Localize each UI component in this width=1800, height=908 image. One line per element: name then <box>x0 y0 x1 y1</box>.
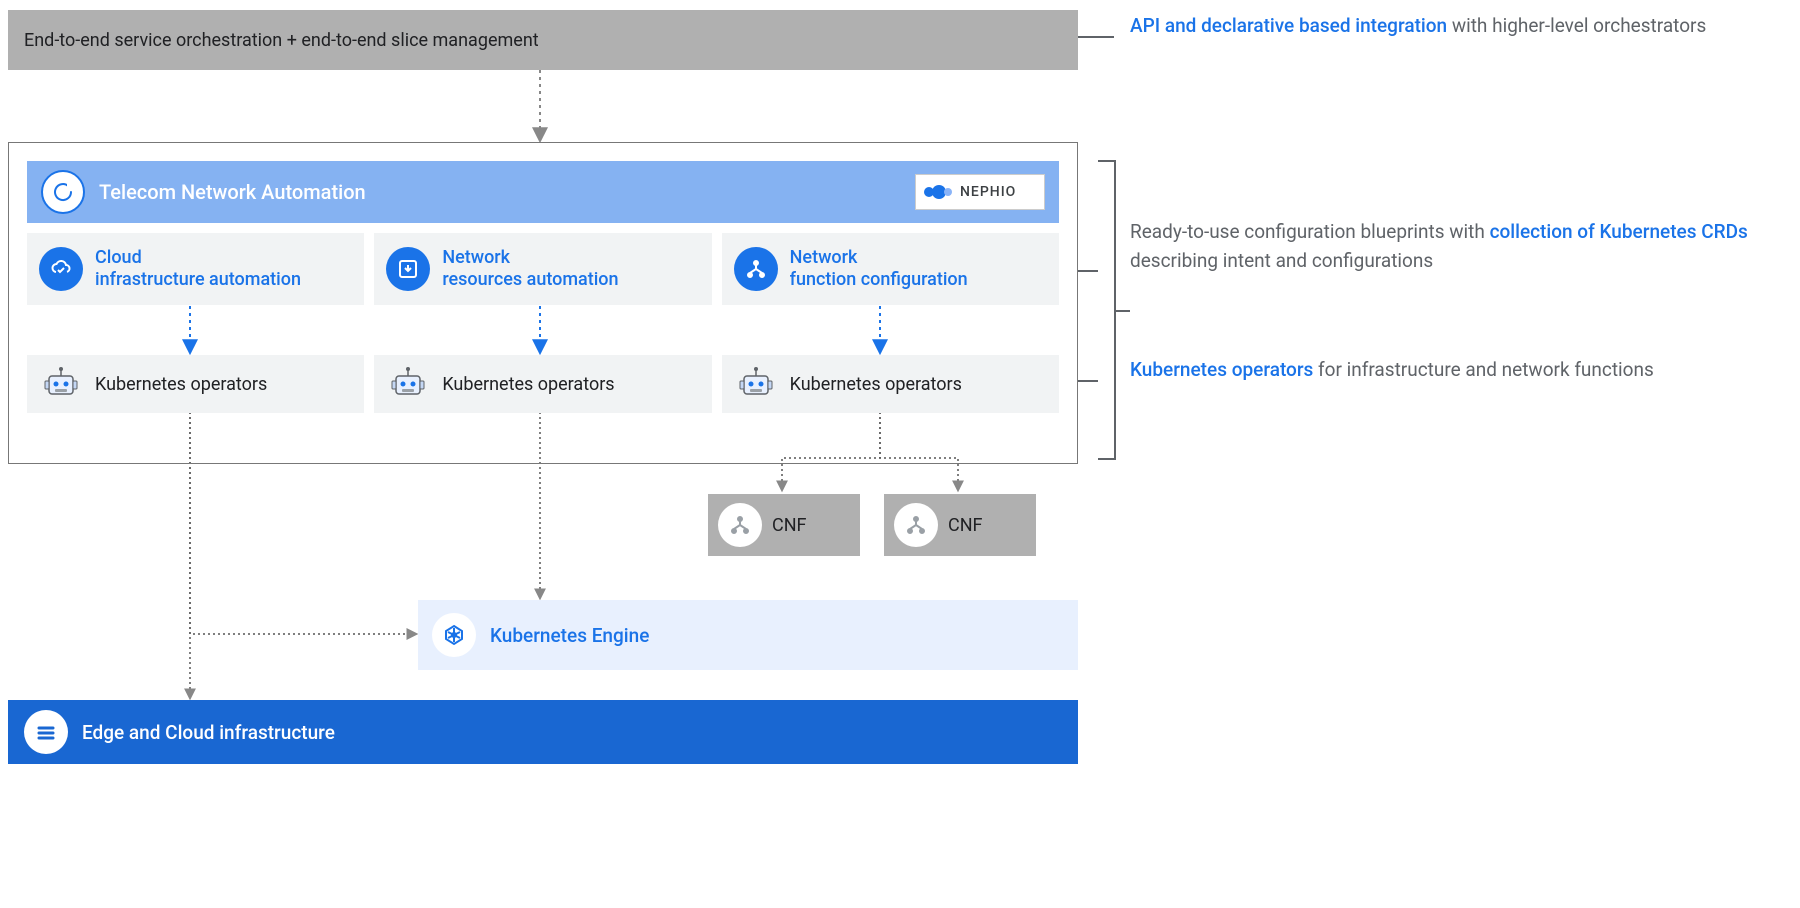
telecom-network-automation-box: Telecom Network Automation NEPHIO Cloud … <box>8 142 1078 464</box>
tna-title: Telecom Network Automation <box>99 180 366 204</box>
cloud-check-icon <box>39 247 83 291</box>
kubernetes-engine-box: Kubernetes Engine <box>418 600 1078 670</box>
robot-icon <box>39 362 83 406</box>
robot-icon <box>734 362 778 406</box>
annotation-bracket <box>1098 160 1116 460</box>
robot-icon <box>386 362 430 406</box>
branch-icon <box>894 503 938 547</box>
annotation-api-integration: API and declarative based integration wi… <box>1130 12 1760 41</box>
kubernetes-engine-label: Kubernetes Engine <box>490 624 649 647</box>
pillar-line2: function configuration <box>790 269 968 291</box>
stack-icon <box>24 710 68 754</box>
annotation-operators: Kubernetes operators for infrastructure … <box>1130 356 1760 385</box>
annotation-text: describing intent and configurations <box>1130 249 1433 272</box>
pillar-line1: Network <box>790 247 968 269</box>
edge-cloud-label: Edge and Cloud infrastructure <box>82 721 335 744</box>
annotation-crds: Ready-to-use configuration blueprints wi… <box>1130 218 1760 275</box>
kubernetes-operators-box: Kubernetes operators <box>27 355 364 413</box>
operators-label: Kubernetes operators <box>95 374 267 395</box>
cnf-label: CNF <box>772 515 807 536</box>
annotation-blue: collection of Kubernetes CRDs <box>1490 220 1748 243</box>
branch-icon <box>718 503 762 547</box>
pillar-cloud-infra: Cloud infrastructure automation <box>27 233 364 305</box>
pillar-line1: Cloud <box>95 247 301 269</box>
annotation-connector <box>1078 380 1098 382</box>
nephio-logo-icon <box>924 183 954 201</box>
operators-label: Kubernetes operators <box>790 374 962 395</box>
annotation-blue: API and declarative based integration <box>1130 14 1447 37</box>
annotation-text: with higher-level orchestrators <box>1447 14 1706 37</box>
annotation-connector <box>1078 36 1114 38</box>
branch-icon <box>734 247 778 291</box>
tna-header: Telecom Network Automation NEPHIO <box>27 161 1059 223</box>
top-orchestration-bar: End-to-end service orchestration + end-t… <box>8 10 1078 70</box>
kubernetes-operators-box: Kubernetes operators <box>374 355 711 413</box>
nephio-badge: NEPHIO <box>915 174 1045 210</box>
pillar-network-function: Network function configuration <box>722 233 1059 305</box>
cnf-label: CNF <box>948 515 983 536</box>
kubernetes-operators-box: Kubernetes operators <box>722 355 1059 413</box>
pillar-network-resources: Network resources automation <box>374 233 711 305</box>
annotation-blue: Kubernetes operators <box>1130 358 1313 381</box>
kubernetes-icon <box>432 613 476 657</box>
annotation-text: Ready-to-use configuration blueprints wi… <box>1130 220 1490 243</box>
top-orchestration-label: End-to-end service orchestration + end-t… <box>24 30 539 51</box>
cnf-box: CNF <box>884 494 1036 556</box>
cycle-icon <box>41 170 85 214</box>
annotation-connector <box>1078 270 1098 272</box>
nephio-label: NEPHIO <box>960 184 1016 200</box>
pillar-line2: resources automation <box>442 269 618 291</box>
import-icon <box>386 247 430 291</box>
annotation-text: for infrastructure and network functions <box>1313 358 1653 381</box>
edge-cloud-infrastructure-bar: Edge and Cloud infrastructure <box>8 700 1078 764</box>
operators-label: Kubernetes operators <box>442 374 614 395</box>
cnf-box: CNF <box>708 494 860 556</box>
pillar-line2: infrastructure automation <box>95 269 301 291</box>
pillar-line1: Network <box>442 247 618 269</box>
